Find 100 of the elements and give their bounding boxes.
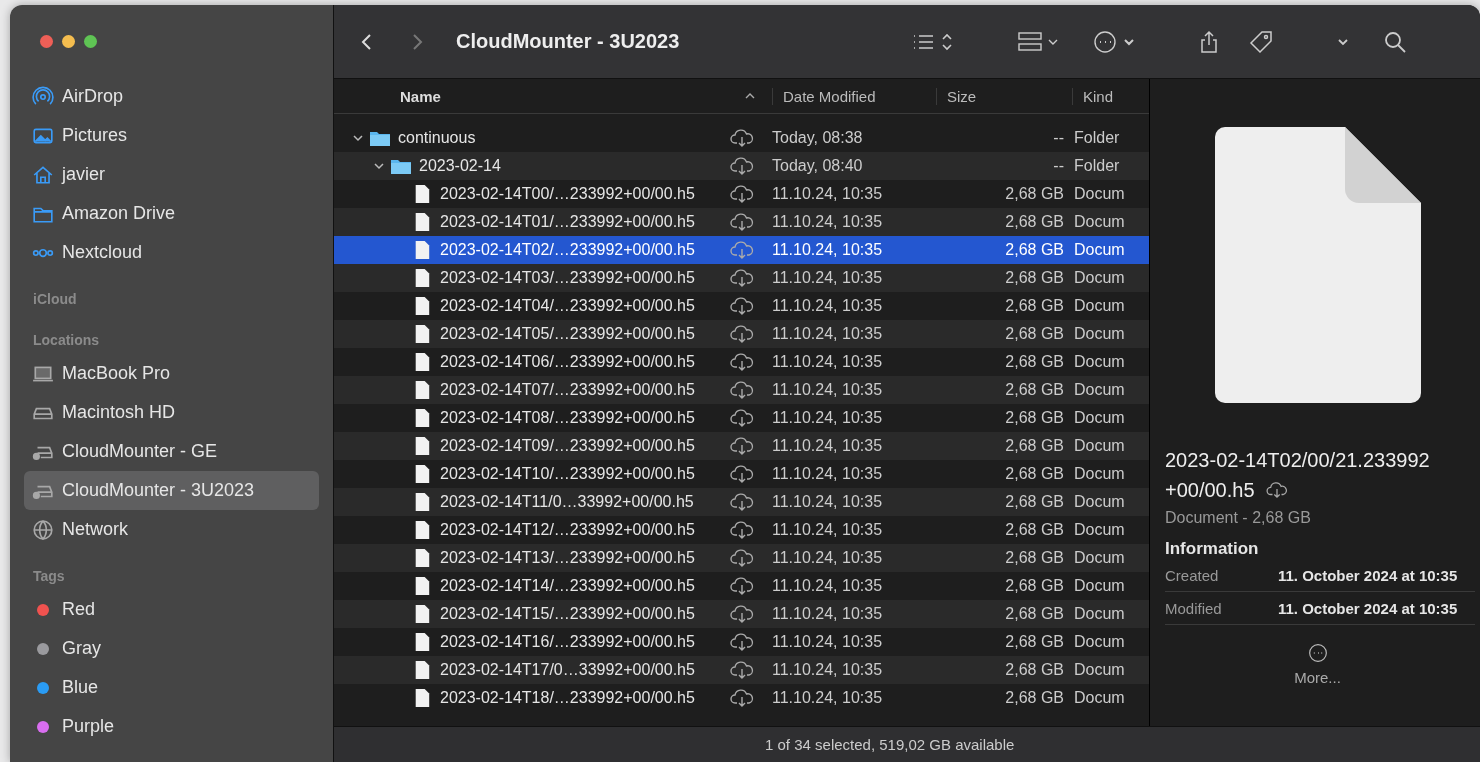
cloud-download-icon[interactable] [730,520,754,540]
column-header[interactable]: Kind [1072,87,1114,105]
size-cell-text: 2,68 GB [1004,689,1064,707]
file-row[interactable]: 2023-02-14T16/…233992+00/00.h5 11.10.24, 10:35 2,68 GB Docum [334,628,1149,656]
column-header[interactable]: Size [936,87,1072,105]
file-name: 2023-02-14T17/0…33992+00/00.h5 [440,661,695,679]
back-button[interactable] [360,31,374,52]
file-row[interactable]: 2023-02-14T12/…233992+00/00.h5 11.10.24, 10:35 2,68 GB Docum [334,516,1149,544]
kind-cell-text: Docum [1074,353,1126,371]
date-cell-text: 11.10.24, 10:35 [772,521,884,539]
file-row[interactable]: 2023-02-14T11/0…33992+00/00.h5 11.10.24, 10:35 2,68 GB Docum [334,488,1149,516]
file-name: 2023-02-14T10/…233992+00/00.h5 [440,465,695,483]
date-cell-text: 11.10.24, 10:35 [772,633,884,651]
file-row[interactable]: 2023-02-14T03/…233992+00/00.h5 11.10.24, 10:35 2,68 GB Docum [334,264,1149,292]
file-row[interactable]: 2023-02-14T06/…233992+00/00.h5 11.10.24, 10:35 2,68 GB Docum [334,348,1149,376]
forward-button[interactable] [410,31,424,52]
sidebar-item[interactable]: Amazon Drive [24,194,319,233]
size-cell-text: 2,68 GB [1004,269,1064,287]
column-header[interactable]: Date Modified [772,87,936,105]
file-row[interactable]: continuous Today, 08:38 -- Folder [334,124,1149,152]
tag-icon[interactable] [1249,29,1274,54]
file-row[interactable]: 2023-02-14T17/0…33992+00/00.h5 11.10.24, 10:35 2,68 GB Docum [334,656,1149,684]
file-row[interactable]: 2023-02-14T01/…233992+00/00.h5 11.10.24, 10:35 2,68 GB Docum [334,208,1149,236]
sidebar-item[interactable]: Macintosh HD [24,393,319,432]
kind-cell-text: Docum [1074,381,1126,399]
cloud-download-icon[interactable] [730,268,754,288]
sidebar-item[interactable]: Gray [24,629,319,668]
file-row[interactable]: 2023-02-14 Today, 08:40 -- Folder [334,152,1149,180]
size-cell-text: 2,68 GB [1004,325,1064,343]
more-icon [1307,643,1328,663]
cloud-download-icon[interactable] [730,352,754,372]
cloud-download-icon[interactable] [730,492,754,512]
sidebar-item[interactable]: MacBook Pro [24,354,319,393]
kind-cell-text: Docum [1074,437,1126,455]
sidebar-item[interactable]: Nextcloud [24,233,319,272]
folder-icon [391,157,411,175]
close-button[interactable] [40,35,53,48]
kind-cell-text: Docum [1074,521,1126,539]
cloud-download-icon[interactable] [730,184,754,204]
search-icon[interactable] [1383,29,1408,54]
cloud-download-icon[interactable] [730,436,754,456]
sidebar-item[interactable]: Network [24,510,319,549]
file-row[interactable]: 2023-02-14T07/…233992+00/00.h5 11.10.24, 10:35 2,68 GB Docum [334,376,1149,404]
sidebar-item[interactable]: Blue [24,668,319,707]
cloud-download-icon[interactable] [730,464,754,484]
disclosure-icon[interactable] [352,132,364,144]
file-row[interactable]: 2023-02-14T14/…233992+00/00.h5 11.10.24, 10:35 2,68 GB Docum [334,572,1149,600]
kind-cell-text: Docum [1074,269,1126,287]
cloud-download-icon[interactable] [730,604,754,624]
zoom-button[interactable] [84,35,97,48]
minimize-button[interactable] [62,35,75,48]
sidebar-item[interactable]: Purple [24,707,319,746]
cloud-download-icon[interactable] [730,212,754,232]
file-row[interactable]: 2023-02-14T05/…233992+00/00.h5 11.10.24, 10:35 2,68 GB Docum [334,320,1149,348]
date-cell-text: Today, 08:38 [772,129,864,147]
kind-cell-text: Docum [1074,325,1126,343]
file-row[interactable]: 2023-02-14T02/…233992+00/00.h5 11.10.24, 10:35 2,68 GB Docum [334,236,1149,264]
kind-cell-text: Docum [1074,213,1126,231]
file-row[interactable]: 2023-02-14T15/…233992+00/00.h5 11.10.24, 10:35 2,68 GB Docum [334,600,1149,628]
file-row[interactable]: 2023-02-14T18/…233992+00/00.h5 11.10.24, 10:35 2,68 GB Docum [334,684,1149,712]
date-cell-text: Today, 08:40 [772,157,864,175]
cloud-download-icon[interactable] [730,548,754,568]
date-cell-text: 11.10.24, 10:35 [772,381,884,399]
cloud-download-icon[interactable] [730,632,754,652]
sidebar-item[interactable]: AirDrop [24,77,319,116]
cloud-download-icon[interactable] [730,156,754,176]
size-cell-text: 2,68 GB [1004,521,1064,539]
cloud-download-icon[interactable] [730,408,754,428]
cloud-download-icon[interactable] [730,128,754,148]
sidebar-item[interactable]: Pictures [24,116,319,155]
sidebar-item[interactable]: javier [24,155,319,194]
file-row[interactable]: 2023-02-14T09/…233992+00/00.h5 11.10.24, 10:35 2,68 GB Docum [334,432,1149,460]
cloud-download-icon[interactable] [1264,481,1289,499]
more-button[interactable]: More... [1265,643,1370,686]
cloud-download-icon[interactable] [730,324,754,344]
file-row[interactable]: 2023-02-14T04/…233992+00/00.h5 11.10.24, 10:35 2,68 GB Docum [334,292,1149,320]
info-value: 11. October 2024 at 10:35 [1278,599,1458,617]
column-header[interactable]: Name [334,87,744,105]
file-row[interactable]: 2023-02-14T08/…233992+00/00.h5 11.10.24, 10:35 2,68 GB Docum [334,404,1149,432]
sidebar-item[interactable]: CloudMounter - 3U2023 [24,471,319,510]
sidebar-item[interactable]: CloudMounter - GE [24,432,319,471]
cloud-download-icon[interactable] [730,296,754,316]
cloud-download-icon[interactable] [730,576,754,596]
window-title: CloudMounter - 3U2023 [456,30,680,53]
size-cell-text: 2,68 GB [1004,381,1064,399]
cloud-download-icon[interactable] [730,660,754,680]
size-cell-text: 2,68 GB [1004,353,1064,371]
file-name: 2023-02-14T05/…233992+00/00.h5 [440,325,695,343]
sidebar-item[interactable]: Red [24,590,319,629]
size-cell-text: 2,68 GB [1004,465,1064,483]
date-cell-text: 11.10.24, 10:35 [772,409,884,427]
file-row[interactable]: 2023-02-14T13/…233992+00/00.h5 11.10.24, 10:35 2,68 GB Docum [334,544,1149,572]
kind-cell-text: Docum [1074,661,1126,679]
kind-cell-text: Docum [1074,185,1126,203]
file-row[interactable]: 2023-02-14T00/…233992+00/00.h5 11.10.24, 10:35 2,68 GB Docum [334,180,1149,208]
cloud-download-icon[interactable] [730,380,754,400]
cloud-download-icon[interactable] [730,688,754,708]
file-row[interactable]: 2023-02-14T10/…233992+00/00.h5 11.10.24, 10:35 2,68 GB Docum [334,460,1149,488]
size-cell-text: 2,68 GB [1004,549,1064,567]
disclosure-icon[interactable] [373,160,385,172]
